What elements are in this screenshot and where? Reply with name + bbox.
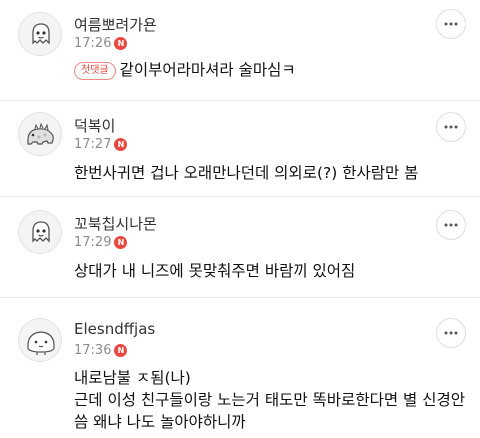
comment-timestamp: 17:29 [74,235,112,250]
avatar[interactable] [18,318,62,362]
comment-item: 꼬북칩시나몬 17:29 N 상대가 내 니즈에 못맞춰주면 바람끼 있어짐 [0,197,480,298]
comment-timestamp: 17:36 [74,343,112,358]
comment-time: 17:36 N [74,343,128,358]
comment-line: 같이부어라마셔라 술마심ㅋ [119,61,296,79]
comment-nickname[interactable]: 여름뽀려가욘 [74,14,157,35]
comment-nickname[interactable]: 덕복이 [74,115,115,136]
comment-nickname[interactable]: 꼬북칩시나몬 [74,213,157,234]
comment-timestamp: 17:26 [74,36,112,51]
ghost-icon [32,221,50,243]
comment-body: 내로남불 ㅈ됨(나) 근데 이성 친구들이랑 노는거 태도만 똑바로한다면 별 … [74,367,465,433]
comment-line: 근데 이성 친구들이랑 노는거 태도만 똑바로한다면 별 신경안 [74,391,465,409]
comment-line: 내로남불 ㅈ됨(나) [74,369,191,387]
comment-body: 상대가 내 니즈에 못맞춰주면 바람끼 있어짐 [74,260,355,282]
dinosaur-icon [27,122,54,145]
new-badge: N [114,138,128,151]
comment-body: 한번사귀면 겁나 오래만나던데 의외로(?) 한사람만 봄 [74,162,418,184]
comment-line: 상대가 내 니즈에 못맞춰주면 바람끼 있어짐 [74,262,356,280]
more-horizontal-icon [444,125,458,129]
comment-time: 17:29 N [74,235,128,250]
first-comment-badge: 첫댓글 [74,62,116,80]
avatar[interactable] [18,210,62,254]
ghost-icon [32,23,50,45]
comment-line: 한번사귀면 겁나 오래만나던데 의외로(?) 한사람만 봄 [74,164,419,182]
new-badge: N [114,236,128,249]
more-options-button[interactable] [436,210,466,240]
blob-character-icon [27,331,55,355]
more-options-button[interactable] [436,9,466,39]
more-horizontal-icon [444,22,458,26]
avatar[interactable] [18,112,62,156]
more-horizontal-icon [444,331,458,335]
avatar[interactable] [18,12,62,56]
more-options-button[interactable] [436,112,466,142]
new-badge: N [114,37,128,50]
comment-line: 씀 왜냐 나도 놀아야하니까 [74,413,246,431]
comment-timestamp: 17:27 [74,137,112,152]
comment-item: 여름뽀려가욘 17:26 N 첫댓글 같이부어라마셔라 술마심ㅋ [0,0,480,101]
more-options-button[interactable] [436,318,466,348]
comment-item: 덕복이 17:27 N 한번사귀면 겁나 오래만나던데 의외로(?) 한사람만 봄 [0,101,480,197]
comment-time: 17:27 N [74,137,128,152]
comment-body: 첫댓글 같이부어라마셔라 술마심ㅋ [74,59,296,81]
comment-time: 17:26 N [74,36,128,51]
new-badge: N [114,344,128,357]
comment-item: Elesndffjas 17:36 N 내로남불 ㅈ됨(나) 근데 이성 친구들이… [0,298,480,438]
comment-nickname[interactable]: Elesndffjas [74,320,155,338]
more-horizontal-icon [444,223,458,227]
